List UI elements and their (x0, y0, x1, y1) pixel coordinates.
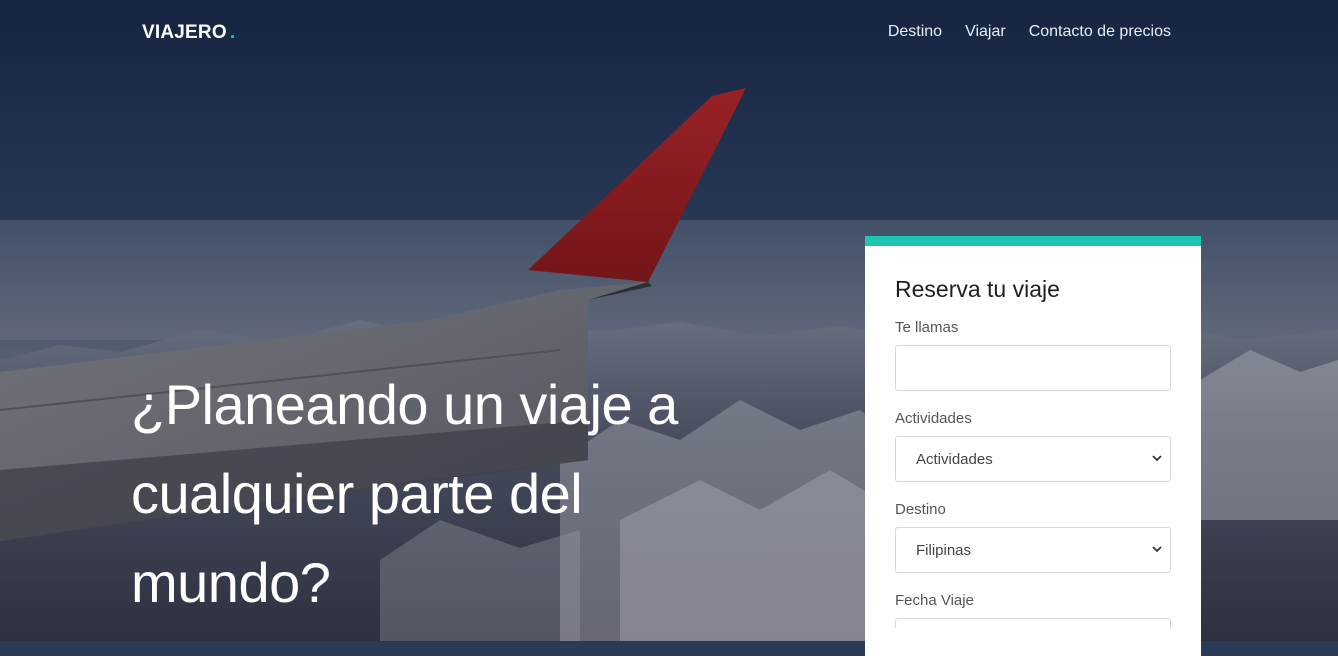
booking-card: Reserva tu viaje Te llamas Actividades A… (865, 236, 1201, 656)
chevron-down-icon (1152, 455, 1162, 462)
hero-headline: ¿Planeando un viaje a cualquier parte de… (131, 373, 678, 614)
navbar: VIAJERO. Destino Viajar Contacto de prec… (0, 0, 1338, 66)
nav-link-destino[interactable]: Destino (888, 23, 942, 41)
brand-dot: . (229, 22, 236, 43)
brand-logo[interactable]: VIAJERO. (142, 22, 235, 44)
date-field: Fecha Viaje (895, 592, 1171, 628)
nav-links: Destino Viajar Contacto de precios (888, 23, 1171, 41)
name-field: Te llamas (895, 319, 1171, 391)
brand-name: VIAJERO (142, 22, 227, 43)
destination-select[interactable]: Filipinas (895, 527, 1171, 573)
activities-selected-value: Actividades (916, 450, 993, 468)
chevron-down-icon (1152, 546, 1162, 553)
booking-title: Reserva tu viaje (895, 276, 1060, 302)
name-label: Te llamas (895, 319, 959, 336)
activities-select[interactable]: Actividades (895, 436, 1171, 482)
name-input[interactable] (895, 345, 1171, 391)
activities-label: Actividades (895, 410, 972, 427)
nav-link-viajar[interactable]: Viajar (965, 23, 1006, 41)
date-input[interactable] (895, 618, 1171, 628)
date-label: Fecha Viaje (895, 592, 974, 609)
destination-field: Destino Filipinas (895, 501, 1171, 573)
nav-link-contacto[interactable]: Contacto de precios (1029, 23, 1171, 41)
destination-selected-value: Filipinas (916, 541, 972, 559)
destination-label: Destino (895, 501, 946, 518)
activities-field: Actividades Actividades (895, 410, 1171, 482)
